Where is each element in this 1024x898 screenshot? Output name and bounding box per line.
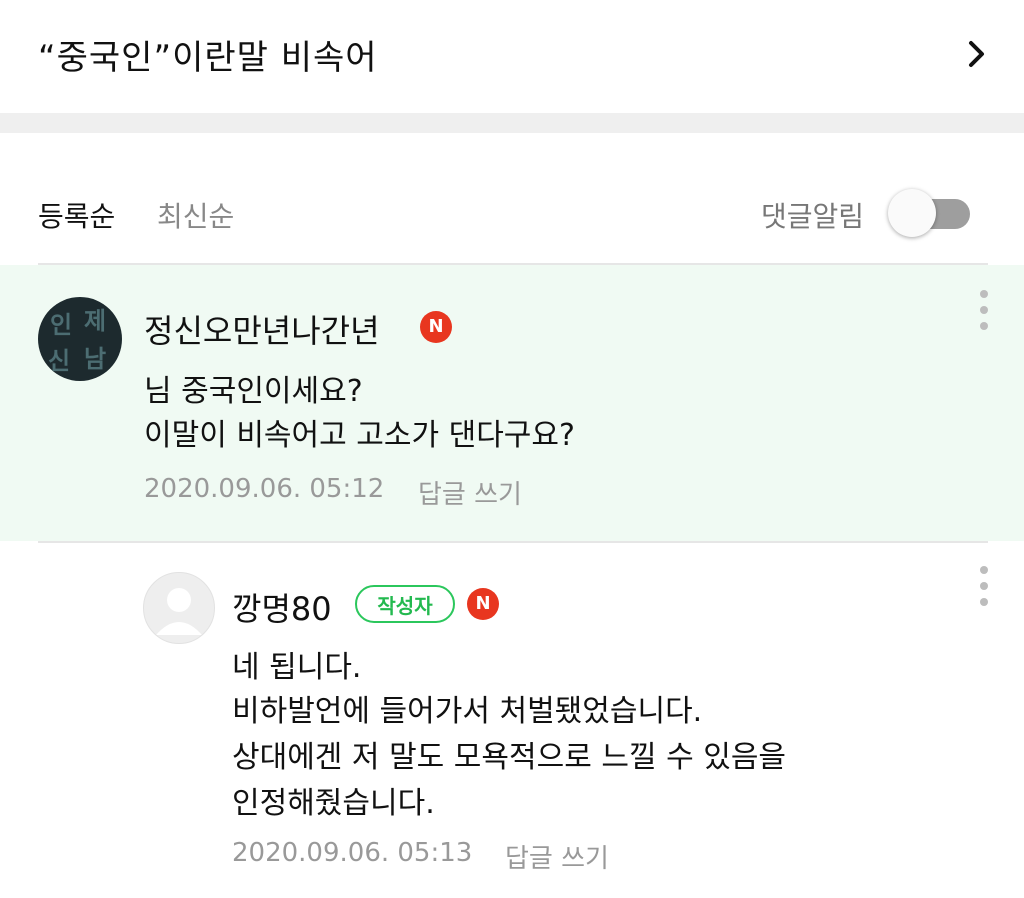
new-badge: N [467, 588, 499, 620]
comment-notify-toggle[interactable] [888, 189, 972, 239]
post-header: “중국인”이란말 비속어 [0, 0, 1024, 112]
author-badge: 작성자 [355, 585, 455, 623]
comment-text-line: 님 중국인이세요? [144, 374, 363, 409]
default-avatar-icon [156, 588, 202, 635]
section-divider [0, 113, 1024, 133]
comment-date: 2020.09.06. 05:12 [144, 474, 385, 504]
reply-button[interactable]: 답글 쓰기 [418, 474, 522, 511]
divider [38, 541, 988, 543]
comment-notify-label: 댓글알림 [760, 200, 864, 233]
toggle-knob [888, 189, 936, 237]
new-badge: N [420, 311, 452, 343]
comment-text-line: 네 됩니다. [232, 650, 362, 685]
comment-date: 2020.09.06. 05:13 [232, 838, 473, 868]
comment-nickname[interactable]: 깡명80 [232, 584, 332, 630]
comment-text-line: 인정해줬습니다. [232, 786, 435, 821]
avatar[interactable]: 인 제 신 남 [38, 297, 122, 381]
post-title[interactable]: “중국인”이란말 비속어 [38, 30, 378, 79]
avatar[interactable] [143, 572, 215, 644]
sort-latest-tab[interactable]: 최신순 [157, 195, 234, 235]
comment-nickname[interactable]: 정신오만년나간년 [144, 306, 380, 352]
sort-bar: 등록순 최신순 댓글알림 [0, 133, 1024, 263]
more-vertical-icon[interactable] [974, 566, 994, 610]
chevron-right-icon[interactable] [966, 38, 988, 70]
reply-button[interactable]: 답글 쓰기 [505, 838, 609, 875]
comment-text-line: 상대에겐 저 말도 모욕적으로 느낄 수 있음을 [232, 740, 787, 775]
comment-text-line: 이말이 비속어고 고소가 댄다구요? [144, 418, 575, 453]
more-vertical-icon[interactable] [974, 290, 994, 334]
comment-text-line: 비하발언에 들어가서 처벌됐었습니다. [232, 694, 703, 729]
sort-registered-tab[interactable]: 등록순 [38, 195, 115, 235]
